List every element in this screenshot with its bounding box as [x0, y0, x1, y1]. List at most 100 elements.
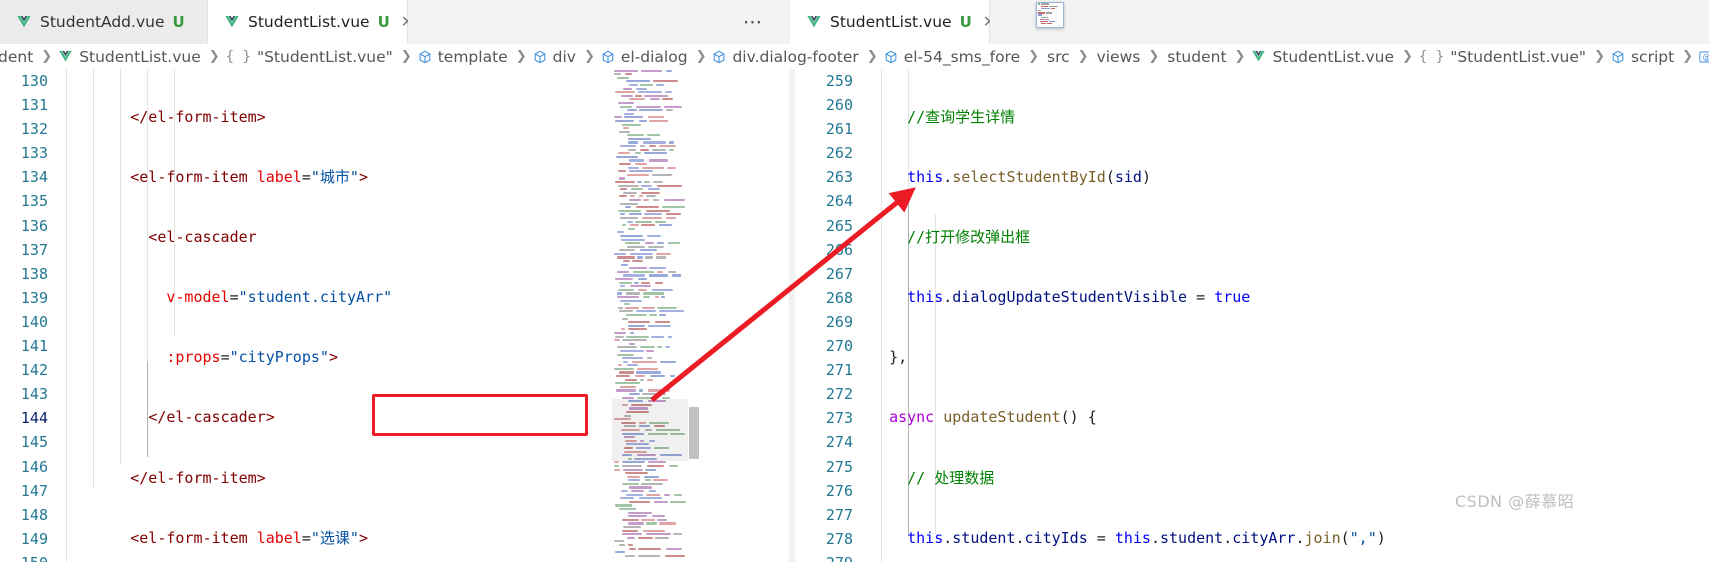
- breadcrumb-item-module[interactable]: { } "StudentList.vue" ❯: [226, 48, 418, 66]
- code-line[interactable]: :props="cityProps">: [58, 345, 700, 369]
- tab-label: StudentList.vue: [248, 13, 370, 31]
- scrollbar-vertical-left[interactable]: [688, 69, 700, 562]
- tab-student-list-vue-left[interactable]: StudentList.vue U ✕: [208, 0, 414, 44]
- line-number: 276: [825, 481, 853, 500]
- scrollbar-thumb[interactable]: [689, 407, 699, 459]
- breadcrumb-item-script[interactable]: script ❯: [1611, 48, 1699, 66]
- line-number: 143: [20, 385, 48, 404]
- code-line[interactable]: </el-cascader>: [58, 405, 700, 429]
- code-line[interactable]: <el-form-item label="选课">: [58, 526, 700, 550]
- chevron-right-icon: ❯: [1234, 49, 1246, 64]
- breadcrumb-item-el-dialog[interactable]: el-dialog ❯: [601, 48, 713, 66]
- tab-bar-filler-right: [990, 0, 1709, 44]
- code-line[interactable]: // 处理数据: [871, 466, 1709, 490]
- breadcrumb-item-template[interactable]: template ❯: [418, 48, 533, 66]
- minimap-row: [612, 554, 688, 558]
- tab-label: StudentList.vue: [830, 13, 952, 31]
- code-line[interactable]: </el-form-item>: [58, 105, 700, 129]
- breadcrumb: dent ❯ StudentList.vue ❯ { } "StudentLis…: [0, 44, 1709, 69]
- code-area-left[interactable]: 130 131 132 133 134 135 136 137 138 139 …: [0, 69, 700, 562]
- vue-file-icon: [58, 49, 73, 64]
- vue-file-icon: [16, 14, 32, 30]
- tab-status-badge: U: [377, 13, 390, 31]
- line-number: 278: [825, 529, 853, 548]
- chevron-right-icon: ❯: [1682, 49, 1694, 64]
- breadcrumb-item-module-right[interactable]: { } "StudentList.vue" ❯: [1419, 48, 1611, 66]
- line-number: 269: [825, 312, 853, 331]
- code-line[interactable]: //打开修改弹出框: [871, 225, 1709, 249]
- code-line[interactable]: v-model="student.cityArr": [58, 285, 700, 309]
- breadcrumb-item-dent[interactable]: dent ❯: [0, 48, 58, 66]
- tab-status-badge: U: [959, 13, 972, 31]
- vue-file-icon: [224, 14, 240, 30]
- line-number: 136: [20, 216, 48, 235]
- code-line[interactable]: <el-form-item label="城市">: [58, 165, 700, 189]
- line-number-gutter-right: 259 260 261 262 263 264 265 266 267 268 …: [795, 69, 863, 562]
- tab-bar-filler-left: [408, 0, 738, 44]
- line-number: 275: [825, 457, 853, 476]
- code-line[interactable]: this.dialogUpdateStudentVisible = true: [871, 285, 1709, 309]
- cube-icon: [884, 50, 898, 64]
- chevron-right-icon: ❯: [1594, 49, 1605, 64]
- line-number: 261: [825, 120, 853, 139]
- chevron-right-icon: ❯: [515, 49, 527, 64]
- breadcrumb-item-views[interactable]: views ❯: [1095, 48, 1166, 66]
- line-number: 141: [20, 337, 48, 356]
- chevron-right-icon: ❯: [583, 49, 595, 64]
- code-lines-left[interactable]: </el-form-item> <el-form-item label="城市"…: [58, 69, 700, 562]
- tab-label: StudentAdd.vue: [40, 13, 165, 31]
- breadcrumb-item-div[interactable]: div ❯: [533, 48, 601, 66]
- line-number: 138: [20, 264, 48, 283]
- line-number: 150: [0, 551, 58, 562]
- breadcrumb-item-project-root[interactable]: el-54_sms_fore ❯: [884, 48, 1045, 66]
- breadcrumb-label: views: [1096, 47, 1141, 66]
- breadcrumb-label: template: [437, 47, 508, 66]
- code-lines-right[interactable]: //查询学生详情 this.selectStudentById(sid) //打…: [871, 69, 1709, 562]
- code-line[interactable]: </el-form-item>: [58, 466, 700, 490]
- breadcrumb-label: student: [1167, 47, 1227, 66]
- breadcrumb-item-studentlist-vue-right[interactable]: StudentList.vue ❯: [1251, 48, 1418, 66]
- line-number: 265: [825, 216, 853, 235]
- line-number: 270: [825, 337, 853, 356]
- braces-icon: { }: [225, 48, 251, 65]
- breadcrumb-item-src[interactable]: src ❯: [1045, 48, 1095, 66]
- line-number-current: 144: [20, 409, 48, 428]
- code-line[interactable]: async updateStudent() {: [871, 405, 1709, 429]
- code-line[interactable]: this.selectStudentById(sid): [871, 165, 1709, 189]
- breadcrumb-item-studentlist-vue[interactable]: StudentList.vue ❯: [58, 48, 225, 66]
- line-number: 132: [20, 120, 48, 139]
- line-number: 130: [20, 72, 48, 90]
- vue-file-icon: [1251, 49, 1266, 64]
- line-number: 135: [20, 192, 48, 211]
- tab-overflow-button[interactable]: ⋯: [738, 0, 768, 44]
- code-line[interactable]: <el-cascader: [58, 225, 700, 249]
- chevron-right-icon: ❯: [1028, 49, 1040, 64]
- tab-status-badge: U: [172, 13, 185, 31]
- breadcrumb-label: StudentList.vue: [1272, 47, 1395, 66]
- cube-icon: [1611, 50, 1625, 64]
- line-number: 259: [825, 72, 853, 90]
- tab-student-list-vue-right[interactable]: StudentList.vue U ✕: [790, 0, 996, 44]
- breadcrumb-item-default-export[interactable]: @ default ❯: [1699, 48, 1709, 66]
- line-number: 145: [20, 433, 48, 452]
- line-number: 131: [20, 96, 48, 115]
- code-line[interactable]: //查询学生详情: [871, 105, 1709, 129]
- braces-icon: { }: [1418, 48, 1445, 65]
- minimap-slider[interactable]: [612, 399, 688, 461]
- chevron-right-icon: ❯: [1077, 49, 1089, 64]
- code-line[interactable]: },: [871, 345, 1709, 369]
- line-number: 140: [20, 312, 48, 331]
- line-number: 274: [825, 433, 853, 452]
- editor-pane-left[interactable]: 130 131 132 133 134 135 136 137 138 139 …: [0, 69, 700, 562]
- code-line[interactable]: this.student.cityIds = this.student.city…: [871, 526, 1709, 550]
- tab-student-add-vue[interactable]: StudentAdd.vue U: [0, 0, 208, 44]
- breadcrumb-item-student[interactable]: student ❯: [1165, 48, 1251, 66]
- breadcrumb-label: div: [552, 47, 576, 66]
- line-number: 137: [20, 240, 48, 259]
- minimap-left[interactable]: [612, 69, 688, 562]
- floating-preview-thumbnail[interactable]: [1036, 2, 1064, 28]
- line-number: 149: [20, 529, 48, 548]
- breadcrumb-label: StudentList.vue: [79, 47, 201, 66]
- line-number: 262: [825, 144, 853, 163]
- breadcrumb-item-div-dialog-footer[interactable]: div.dialog-footer ❯: [712, 48, 883, 66]
